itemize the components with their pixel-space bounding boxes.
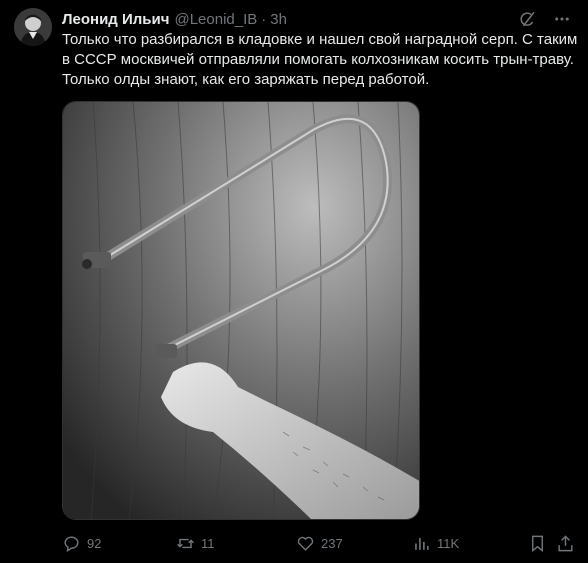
share-icon — [558, 534, 573, 551]
header-separator: · — [261, 10, 267, 28]
media-photo — [63, 102, 419, 519]
author-handle[interactable]: @Leonid_IB — [174, 11, 257, 28]
header-icons — [518, 9, 572, 29]
post-time[interactable]: 3h — [270, 11, 287, 28]
avatar[interactable] — [14, 8, 52, 46]
like-icon — [297, 536, 314, 551]
grok-icon[interactable] — [518, 9, 538, 29]
tweet-media[interactable] — [62, 101, 420, 520]
like-button[interactable]: 237 — [296, 531, 343, 555]
tweet-actions: 92 11 237 11K — [62, 531, 578, 555]
share-button[interactable] — [556, 531, 575, 555]
more-icon[interactable] — [552, 9, 572, 29]
repost-count: 11 — [201, 535, 215, 551]
repost-button[interactable]: 11 — [176, 531, 215, 555]
bookmark-icon — [532, 535, 543, 552]
author-name[interactable]: Леонид Ильич — [62, 11, 169, 28]
bookmark-button[interactable] — [528, 531, 547, 555]
reply-icon — [64, 535, 79, 552]
tweet-card[interactable]: Леонид Ильич @Leonid_IB · 3h Только что … — [0, 0, 588, 563]
avatar-image — [14, 8, 52, 46]
tweet-header: Леонид Ильич @Leonid_IB · 3h — [62, 9, 572, 29]
reply-button[interactable]: 92 — [62, 531, 101, 555]
views-count: 11K — [437, 535, 460, 551]
tweet-text: Только что разбирался в кладовке и нашел… — [62, 31, 578, 88]
like-count: 237 — [321, 535, 343, 551]
reply-count: 92 — [87, 535, 102, 551]
views-icon — [415, 537, 429, 550]
views-button[interactable]: 11K — [412, 531, 459, 555]
repost-icon — [177, 538, 194, 548]
